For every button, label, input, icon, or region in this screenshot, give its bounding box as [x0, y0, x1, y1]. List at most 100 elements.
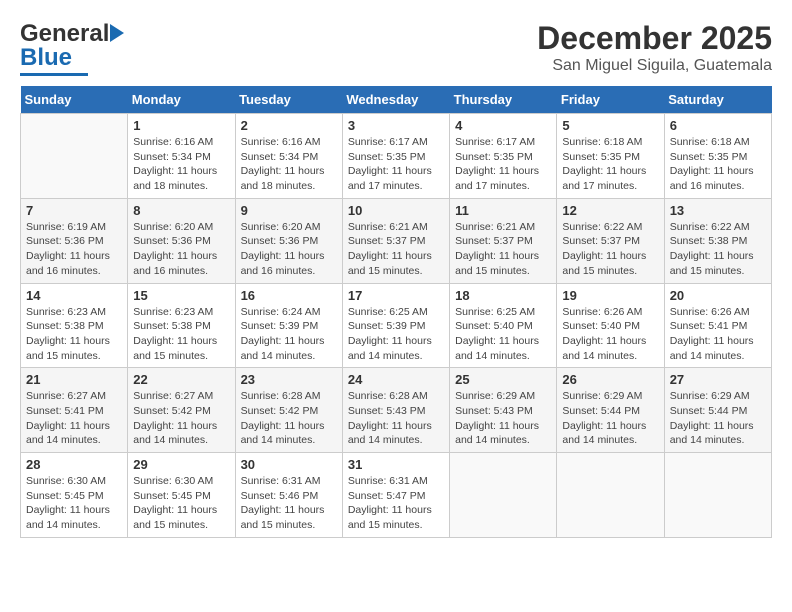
- calendar-cell: 6 Sunrise: 6:18 AMSunset: 5:35 PMDaylight…: [664, 114, 771, 199]
- logo-arrow-icon: [110, 24, 124, 42]
- calendar-cell: 9Sunrise: 6:20 AMSunset: 5:36 PMDaylight…: [235, 198, 342, 283]
- day-info: Sunrise: 6:20 AMSunset: 5:36 PMDaylight:…: [241, 220, 337, 279]
- calendar-cell: 15 Sunrise: 6:23 AMSunset: 5:38 PMDayligh…: [128, 283, 235, 368]
- day-info: Sunrise: 6:31 AMSunset: 5:46 PMDaylight:…: [241, 474, 337, 533]
- day-number: 27: [670, 372, 766, 387]
- day-info: Sunrise: 6:26 AMSunset: 5:41 PMDaylight:…: [670, 305, 766, 364]
- day-header-friday: Friday: [557, 86, 664, 114]
- calendar-cell: 26Sunrise: 6:29 AMSunset: 5:44 PMDayligh…: [557, 368, 664, 453]
- day-info: Sunrise: 6:30 AMSunset: 5:45 PMDaylight:…: [133, 474, 229, 533]
- day-number: 8: [133, 203, 229, 218]
- calendar-cell: 7 Sunrise: 6:19 AMSunset: 5:36 PMDaylight…: [21, 198, 128, 283]
- week-row-4: 21 Sunrise: 6:27 AMSunset: 5:41 PMDayligh…: [21, 368, 772, 453]
- day-info: Sunrise: 6:27 AMSunset: 5:41 PMDaylight:…: [26, 389, 122, 448]
- logo: General Blue: [20, 20, 124, 76]
- calendar-cell: 12 Sunrise: 6:22 AMSunset: 5:37 PMDayligh…: [557, 198, 664, 283]
- day-number: 21: [26, 372, 122, 387]
- day-info: Sunrise: 6:16 AMSunset: 5:34 PMDaylight:…: [133, 135, 229, 194]
- day-number: 23: [241, 372, 337, 387]
- week-row-1: 1Sunrise: 6:16 AMSunset: 5:34 PMDaylight…: [21, 114, 772, 199]
- day-info: Sunrise: 6:22 AMSunset: 5:38 PMDaylight:…: [670, 220, 766, 279]
- day-number: 16: [241, 288, 337, 303]
- day-header-sunday: Sunday: [21, 86, 128, 114]
- day-info: Sunrise: 6:22 AMSunset: 5:37 PMDaylight:…: [562, 220, 658, 279]
- day-number: 11: [455, 203, 551, 218]
- day-info: Sunrise: 6:16 AMSunset: 5:34 PMDaylight:…: [241, 135, 337, 194]
- day-info: Sunrise: 6:27 AMSunset: 5:42 PMDaylight:…: [133, 389, 229, 448]
- day-info: Sunrise: 6:18 AMSunset: 5:35 PMDaylight:…: [670, 135, 766, 194]
- day-number: 22: [133, 372, 229, 387]
- day-number: 6: [670, 118, 766, 133]
- day-number: 3: [348, 118, 444, 133]
- calendar-cell: [557, 453, 664, 538]
- calendar-cell: 23 Sunrise: 6:28 AMSunset: 5:42 PMDayligh…: [235, 368, 342, 453]
- day-info: Sunrise: 6:24 AMSunset: 5:39 PMDaylight:…: [241, 305, 337, 364]
- calendar-cell: [450, 453, 557, 538]
- day-info: Sunrise: 6:23 AMSunset: 5:38 PMDaylight:…: [133, 305, 229, 364]
- day-number: 5: [562, 118, 658, 133]
- day-info: Sunrise: 6:21 AMSunset: 5:37 PMDaylight:…: [348, 220, 444, 279]
- day-number: 29: [133, 457, 229, 472]
- calendar-cell: 4Sunrise: 6:17 AMSunset: 5:35 PMDaylight…: [450, 114, 557, 199]
- calendar-cell: 22 Sunrise: 6:27 AMSunset: 5:42 PMDayligh…: [128, 368, 235, 453]
- day-number: 28: [26, 457, 122, 472]
- day-header-wednesday: Wednesday: [342, 86, 449, 114]
- week-row-2: 7 Sunrise: 6:19 AMSunset: 5:36 PMDaylight…: [21, 198, 772, 283]
- calendar-cell: [21, 114, 128, 199]
- day-number: 14: [26, 288, 122, 303]
- day-info: Sunrise: 6:26 AMSunset: 5:40 PMDaylight:…: [562, 305, 658, 364]
- calendar-cell: 16 Sunrise: 6:24 AMSunset: 5:39 PMDayligh…: [235, 283, 342, 368]
- day-header-thursday: Thursday: [450, 86, 557, 114]
- day-number: 13: [670, 203, 766, 218]
- day-number: 10: [348, 203, 444, 218]
- day-number: 26: [562, 372, 658, 387]
- day-info: Sunrise: 6:30 AMSunset: 5:45 PMDaylight:…: [26, 474, 122, 533]
- day-info: Sunrise: 6:20 AMSunset: 5:36 PMDaylight:…: [133, 220, 229, 279]
- day-info: Sunrise: 6:29 AMSunset: 5:44 PMDaylight:…: [670, 389, 766, 448]
- calendar-cell: 30 Sunrise: 6:31 AMSunset: 5:46 PMDayligh…: [235, 453, 342, 538]
- day-number: 25: [455, 372, 551, 387]
- day-info: Sunrise: 6:28 AMSunset: 5:43 PMDaylight:…: [348, 389, 444, 448]
- day-number: 7: [26, 203, 122, 218]
- day-info: Sunrise: 6:25 AMSunset: 5:40 PMDaylight:…: [455, 305, 551, 364]
- week-row-5: 28 Sunrise: 6:30 AMSunset: 5:45 PMDayligh…: [21, 453, 772, 538]
- page-header: General Blue December 2025 San Miguel Si…: [20, 20, 772, 76]
- day-info: Sunrise: 6:23 AMSunset: 5:38 PMDaylight:…: [26, 305, 122, 364]
- title-area: December 2025 San Miguel Siguila, Guatem…: [537, 20, 772, 75]
- calendar-cell: 17 Sunrise: 6:25 AMSunset: 5:39 PMDayligh…: [342, 283, 449, 368]
- calendar-cell: 31Sunrise: 6:31 AMSunset: 5:47 PMDayligh…: [342, 453, 449, 538]
- calendar-cell: 1Sunrise: 6:16 AMSunset: 5:34 PMDaylight…: [128, 114, 235, 199]
- day-info: Sunrise: 6:28 AMSunset: 5:42 PMDaylight:…: [241, 389, 337, 448]
- day-info: Sunrise: 6:21 AMSunset: 5:37 PMDaylight:…: [455, 220, 551, 279]
- day-header-tuesday: Tuesday: [235, 86, 342, 114]
- calendar-cell: 3Sunrise: 6:17 AMSunset: 5:35 PMDaylight…: [342, 114, 449, 199]
- calendar-cell: 18 Sunrise: 6:25 AMSunset: 5:40 PMDayligh…: [450, 283, 557, 368]
- calendar-cell: [664, 453, 771, 538]
- location: San Miguel Siguila, Guatemala: [537, 57, 772, 75]
- day-number: 12: [562, 203, 658, 218]
- day-number: 15: [133, 288, 229, 303]
- calendar-cell: 24 Sunrise: 6:28 AMSunset: 5:43 PMDayligh…: [342, 368, 449, 453]
- day-info: Sunrise: 6:18 AMSunset: 5:35 PMDaylight:…: [562, 135, 658, 194]
- day-number: 2: [241, 118, 337, 133]
- calendar-cell: 14 Sunrise: 6:23 AMSunset: 5:38 PMDayligh…: [21, 283, 128, 368]
- day-header-monday: Monday: [128, 86, 235, 114]
- day-info: Sunrise: 6:25 AMSunset: 5:39 PMDaylight:…: [348, 305, 444, 364]
- day-info: Sunrise: 6:29 AMSunset: 5:43 PMDaylight:…: [455, 389, 551, 448]
- calendar-table: SundayMondayTuesdayWednesdayThursdayFrid…: [20, 86, 772, 538]
- day-info: Sunrise: 6:31 AMSunset: 5:47 PMDaylight:…: [348, 474, 444, 533]
- calendar-cell: 28 Sunrise: 6:30 AMSunset: 5:45 PMDayligh…: [21, 453, 128, 538]
- month-title: December 2025: [537, 20, 772, 57]
- day-number: 30: [241, 457, 337, 472]
- calendar-cell: 27 Sunrise: 6:29 AMSunset: 5:44 PMDayligh…: [664, 368, 771, 453]
- calendar-cell: 29 Sunrise: 6:30 AMSunset: 5:45 PMDayligh…: [128, 453, 235, 538]
- day-number: 18: [455, 288, 551, 303]
- day-info: Sunrise: 6:19 AMSunset: 5:36 PMDaylight:…: [26, 220, 122, 279]
- logo-underline: [20, 73, 88, 76]
- day-number: 20: [670, 288, 766, 303]
- calendar-cell: 2 Sunrise: 6:16 AMSunset: 5:34 PMDaylight…: [235, 114, 342, 199]
- calendar-cell: 20 Sunrise: 6:26 AMSunset: 5:41 PMDayligh…: [664, 283, 771, 368]
- day-number: 17: [348, 288, 444, 303]
- calendar-cell: 11 Sunrise: 6:21 AMSunset: 5:37 PMDayligh…: [450, 198, 557, 283]
- day-number: 24: [348, 372, 444, 387]
